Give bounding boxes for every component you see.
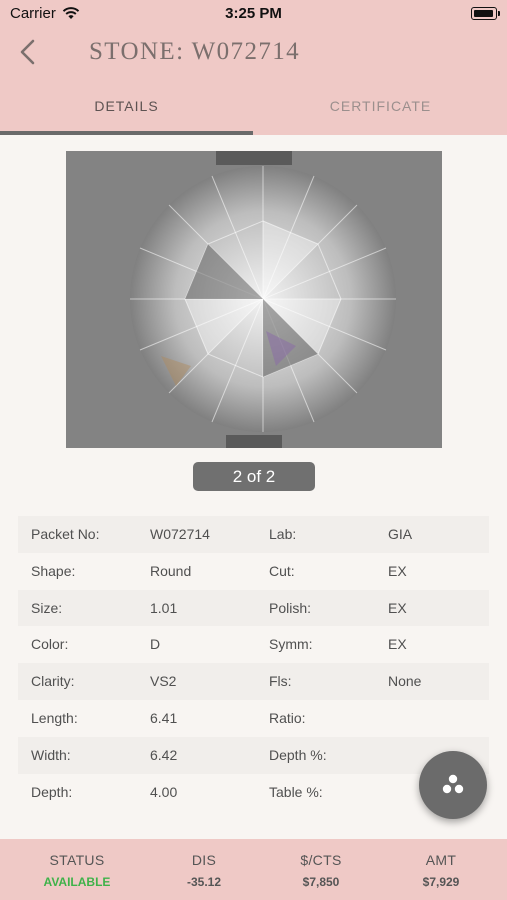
value-length: 6.41 — [150, 709, 178, 726]
price-per-carat-value: $7,850 — [302, 875, 340, 889]
page-title: STONE: W072714 — [89, 38, 301, 65]
clock-time: 3:25 PM — [225, 5, 282, 22]
amount-label: AMT — [425, 852, 457, 868]
value-cut: EX — [388, 562, 407, 579]
value-clarity: VS2 — [150, 673, 177, 690]
dis-label: DIS — [191, 852, 217, 868]
table-row: Packet No: W072714 Lab: GIA — [18, 516, 489, 553]
active-tab-indicator — [0, 131, 253, 135]
chevron-left-icon — [20, 39, 35, 65]
label-lab: Lab: — [269, 526, 297, 542]
label-depth: Depth: — [31, 783, 73, 800]
value-fls: None — [388, 673, 422, 690]
summary-footer: STATUS AVAILABLE DIS -35.12 $/CTS $7,850… — [0, 839, 507, 900]
label-clarity: Clarity: — [31, 673, 75, 690]
label-size: Size: — [31, 599, 63, 616]
share-fab-button[interactable] — [419, 751, 487, 819]
table-row: Shape: Round Cut: EX — [18, 552, 489, 590]
label-depth-percent: Depth %: — [269, 746, 327, 763]
dis-value: -35.12 — [186, 875, 222, 889]
diamond-icon — [130, 151, 396, 448]
tab-details[interactable]: DETAILS — [0, 88, 253, 135]
value-color: D — [150, 636, 161, 653]
value-polish: EX — [388, 599, 407, 616]
value-lab: GIA — [388, 526, 413, 542]
label-symm: Symm: — [269, 636, 313, 653]
label-shape: Shape: — [31, 562, 76, 579]
value-symm: EX — [388, 636, 407, 653]
table-row: Color: D Symm: EX — [18, 626, 489, 664]
amount-value: $7,929 — [422, 875, 460, 889]
table-row: Length: 6.41 Ratio: — [18, 699, 489, 737]
three-dots-icon — [442, 774, 464, 794]
label-fls: Fls: — [269, 673, 292, 690]
page-indicator: 2 of 2 — [193, 462, 315, 491]
value-size: 1.01 — [150, 599, 178, 616]
label-width: Width: — [31, 746, 71, 763]
label-table-percent: Table %: — [269, 783, 323, 800]
label-ratio: Ratio: — [269, 709, 306, 726]
battery-icon — [471, 7, 500, 20]
value-depth: 4.00 — [150, 783, 178, 800]
status-value: AVAILABLE — [43, 875, 111, 889]
table-row: Clarity: VS2 Fls: None — [18, 663, 489, 700]
label-color: Color: — [31, 636, 69, 653]
footer-dis: DIS -35.12 — [141, 839, 267, 889]
value-width: 6.42 — [150, 746, 178, 763]
value-shape: Round — [150, 562, 192, 579]
back-button[interactable] — [14, 36, 44, 68]
table-row: Size: 1.01 Polish: EX — [18, 589, 489, 627]
tab-certificate[interactable]: CERTIFICATE — [254, 88, 507, 135]
footer-amount: AMT $7,929 — [378, 839, 504, 889]
stone-image[interactable] — [66, 151, 442, 448]
label-length: Length: — [31, 709, 78, 726]
header: Carrier 3:25 PM STONE: W072714 DETAILS C… — [0, 0, 507, 135]
value-packet-no: W072714 — [150, 526, 210, 542]
footer-status: STATUS AVAILABLE — [14, 839, 140, 889]
label-packet-no: Packet No: — [31, 526, 100, 542]
label-cut: Cut: — [269, 562, 295, 579]
status-label: STATUS — [49, 852, 105, 868]
tab-bar: DETAILS CERTIFICATE — [0, 88, 507, 135]
price-per-carat-label: $/CTS — [300, 852, 342, 868]
status-bar: Carrier 3:25 PM — [0, 0, 507, 28]
footer-price-per-carat: $/CTS $7,850 — [258, 839, 384, 889]
label-polish: Polish: — [269, 599, 312, 616]
